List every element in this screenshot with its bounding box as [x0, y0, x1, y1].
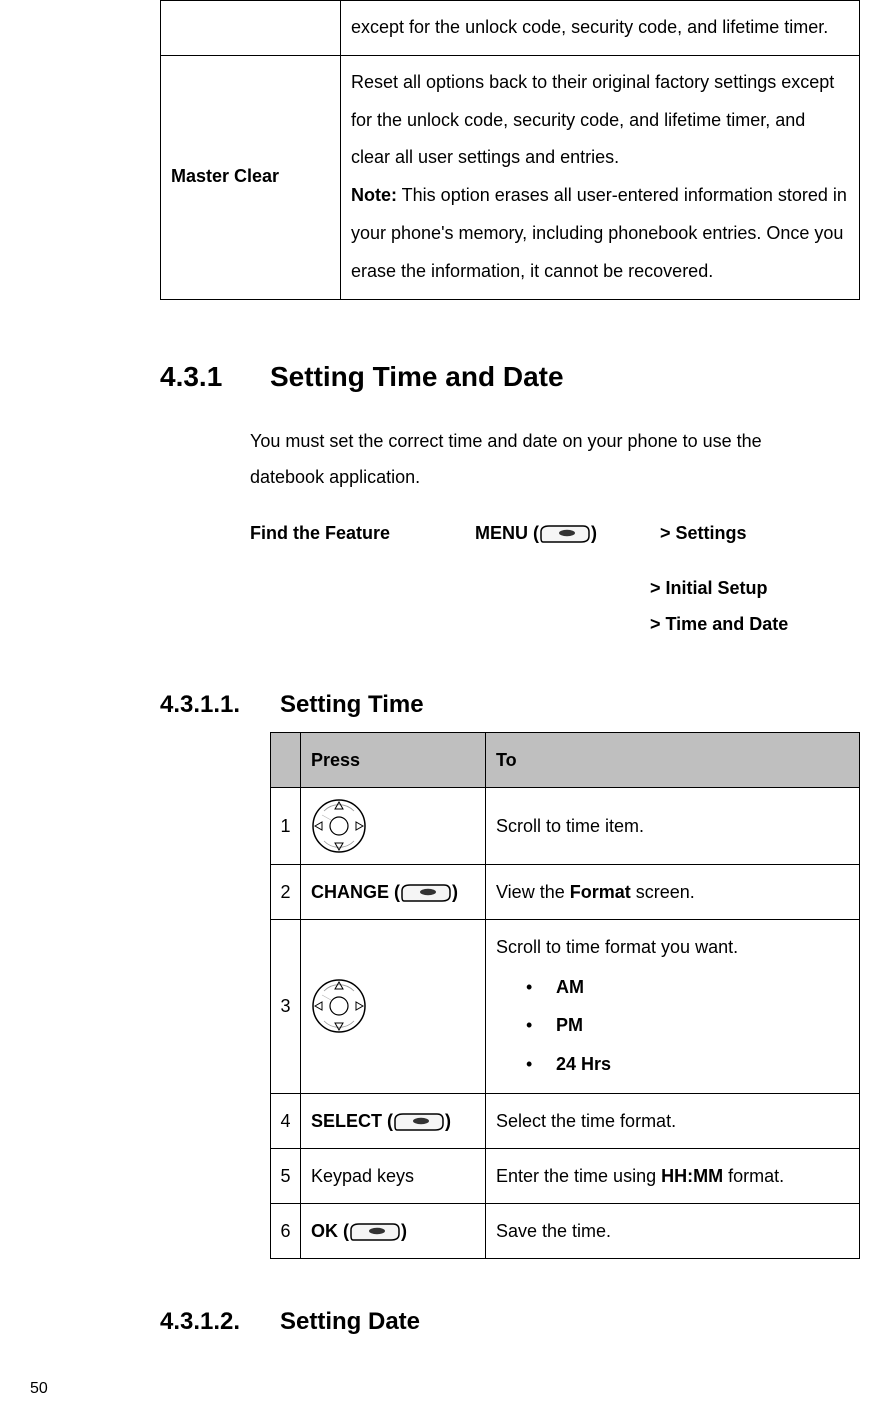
select-close: ) — [445, 1111, 451, 1131]
step5-press: Keypad keys — [301, 1149, 486, 1204]
navkey-icon — [311, 978, 367, 1034]
step1-press — [301, 787, 486, 864]
options-row1-desc: except for the unlock code, security cod… — [341, 1, 860, 56]
crumb-time-date: > Time and Date — [650, 606, 831, 642]
section-number: 4.3.1 — [160, 350, 270, 403]
section-intro: You must set the correct time and date o… — [250, 423, 801, 495]
step1-to: Scroll to time item. — [486, 787, 860, 864]
step4-to: Select the time format. — [486, 1093, 860, 1148]
step-num: 6 — [271, 1204, 301, 1259]
subsection1-heading: 4.3.1.1.Setting Time — [160, 682, 831, 728]
format-option-24: 24 Hrs — [526, 1045, 849, 1083]
step-num: 3 — [271, 920, 301, 1094]
subsection1-number: 4.3.1.1. — [160, 682, 280, 728]
step-num: 2 — [271, 864, 301, 919]
section-heading: 4.3.1Setting Time and Date — [160, 350, 831, 403]
format-option-pm: PM — [526, 1006, 849, 1044]
crumb-initial-setup: > Initial Setup — [650, 570, 831, 606]
steps-header-blank — [271, 732, 301, 787]
step2-press: CHANGE () — [301, 864, 486, 919]
ok-label: OK ( — [311, 1221, 349, 1241]
step5-to: Enter the time using HH:MM format. — [486, 1149, 860, 1204]
step6-press: OK () — [301, 1204, 486, 1259]
crumb-settings: > Settings — [660, 516, 747, 550]
step-num: 4 — [271, 1093, 301, 1148]
subsection2-title: Setting Date — [280, 1308, 420, 1335]
step2-to: View the Format screen. — [486, 864, 860, 919]
step3-press — [301, 920, 486, 1094]
options-row1-label — [161, 1, 341, 56]
note-label: Note: — [351, 185, 397, 205]
select-label: SELECT ( — [311, 1111, 393, 1131]
navkey-icon — [311, 798, 367, 854]
format-options: AM PM 24 Hrs — [526, 968, 849, 1083]
step5-to-post: format. — [723, 1166, 784, 1186]
page-number: 50 — [30, 1374, 48, 1404]
steps-header-to: To — [486, 732, 860, 787]
step4-press: SELECT () — [301, 1093, 486, 1148]
setting-time-table: Press To 1 Scroll to time item. 2 CHANGE… — [270, 732, 860, 1260]
menu-close: ) — [591, 523, 597, 543]
options-table: except for the unlock code, security cod… — [160, 0, 860, 300]
step2-to-post: screen. — [631, 882, 695, 902]
section-title: Setting Time and Date — [270, 361, 564, 392]
step5-to-bold: HH:MM — [661, 1166, 723, 1186]
step3-to-pre: Scroll to time format you want. — [496, 937, 738, 957]
step5-to-pre: Enter the time using — [496, 1166, 661, 1186]
change-label: CHANGE ( — [311, 882, 400, 902]
softkey-icon — [400, 881, 452, 905]
subsection2-number: 4.3.1.2. — [160, 1299, 280, 1345]
find-feature-label: Find the Feature — [250, 516, 470, 550]
softkey-icon — [349, 1220, 401, 1244]
subsection1-title: Setting Time — [280, 691, 424, 718]
step3-to: Scroll to time format you want. AM PM 24… — [486, 920, 860, 1094]
step-num: 1 — [271, 787, 301, 864]
step2-to-bold: Format — [570, 882, 631, 902]
format-option-am: AM — [526, 968, 849, 1006]
step6-to: Save the time. — [486, 1204, 860, 1259]
change-close: ) — [452, 882, 458, 902]
softkey-icon — [539, 522, 591, 546]
master-clear-main: Reset all options back to their original… — [351, 72, 834, 168]
ok-close: ) — [401, 1221, 407, 1241]
softkey-icon — [393, 1110, 445, 1134]
step2-to-pre: View the — [496, 882, 570, 902]
find-feature-row: Find the Feature MENU () > Settings — [250, 515, 831, 550]
options-row2-label: Master Clear — [161, 55, 341, 299]
step-num: 5 — [271, 1149, 301, 1204]
options-row2-desc: Reset all options back to their original… — [341, 55, 860, 299]
menu-path: MENU () — [475, 516, 655, 550]
steps-header-press: Press — [301, 732, 486, 787]
menu-label: MENU ( — [475, 523, 539, 543]
subsection2-heading: 4.3.1.2.Setting Date — [160, 1299, 831, 1345]
note-text: This option erases all user-entered info… — [351, 185, 847, 281]
